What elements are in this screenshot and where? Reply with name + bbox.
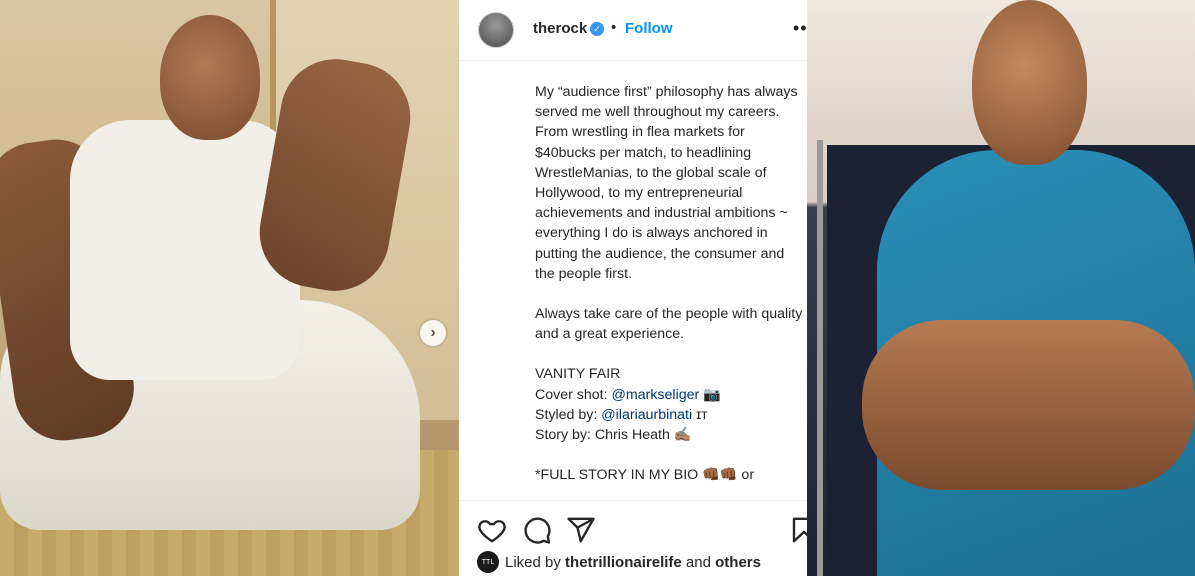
- caption-paragraph-1: My “audience first” philosophy has alway…: [535, 84, 798, 121]
- like-icon[interactable]: [477, 515, 507, 545]
- liked-by-text: Liked by thetrillionairelife and others: [505, 553, 761, 571]
- liked-others-link[interactable]: others: [715, 554, 761, 571]
- verified-badge-icon: ✓: [590, 22, 604, 36]
- follow-button[interactable]: Follow: [625, 20, 673, 37]
- mention-ilariaurbinati[interactable]: @ilariaurbinati: [601, 407, 692, 423]
- comment-icon[interactable]: [522, 515, 552, 545]
- caption-paragraph-2: From wrestling in flea markets for $40bu…: [535, 124, 788, 282]
- separator-dot: •: [611, 19, 617, 36]
- author-username[interactable]: therock: [533, 20, 587, 37]
- carousel-next-button[interactable]: ›: [420, 320, 446, 346]
- post-caption: My “audience first” philosophy has alway…: [535, 82, 805, 498]
- caption-styled-line: Styled by: @ilariaurbinati ɪᴛ: [535, 406, 708, 423]
- carousel-photo-right: [807, 0, 1195, 576]
- caption-full-story-line: *FULL STORY IN MY BIO 👊🏾👊🏾 or: [535, 467, 755, 484]
- author-avatar[interactable]: [478, 12, 514, 48]
- caption-story-line: Story by: Chris Heath ✍🏽: [535, 427, 692, 444]
- camera-emoji-icon: 📷: [703, 386, 721, 403]
- post-header: therock ✓ • Follow •••: [459, 0, 814, 61]
- caption-paragraph-3: Always take care of the people with qual…: [535, 306, 803, 343]
- carousel-photo-left: ›: [0, 0, 459, 576]
- person-head: [160, 15, 260, 140]
- mention-markseliger[interactable]: @markseliger: [612, 387, 700, 403]
- liker-username[interactable]: thetrillionairelife: [565, 554, 682, 571]
- liker-avatar[interactable]: TTL: [477, 551, 499, 573]
- share-icon[interactable]: [566, 515, 596, 545]
- light-stand: [817, 140, 823, 576]
- post-panel: therock ✓ • Follow ••• My “audience firs…: [459, 0, 816, 576]
- person-head: [972, 0, 1087, 165]
- chevron-right-icon: ›: [430, 324, 436, 341]
- caption-vanity-fair: VANITY FAIR: [535, 366, 621, 383]
- liked-by-row: TTL Liked by thetrillionairelife and oth…: [477, 551, 761, 573]
- caption-cover-line: Cover shot: @markseliger 📷: [535, 386, 721, 403]
- person-crossed-arms: [862, 320, 1195, 490]
